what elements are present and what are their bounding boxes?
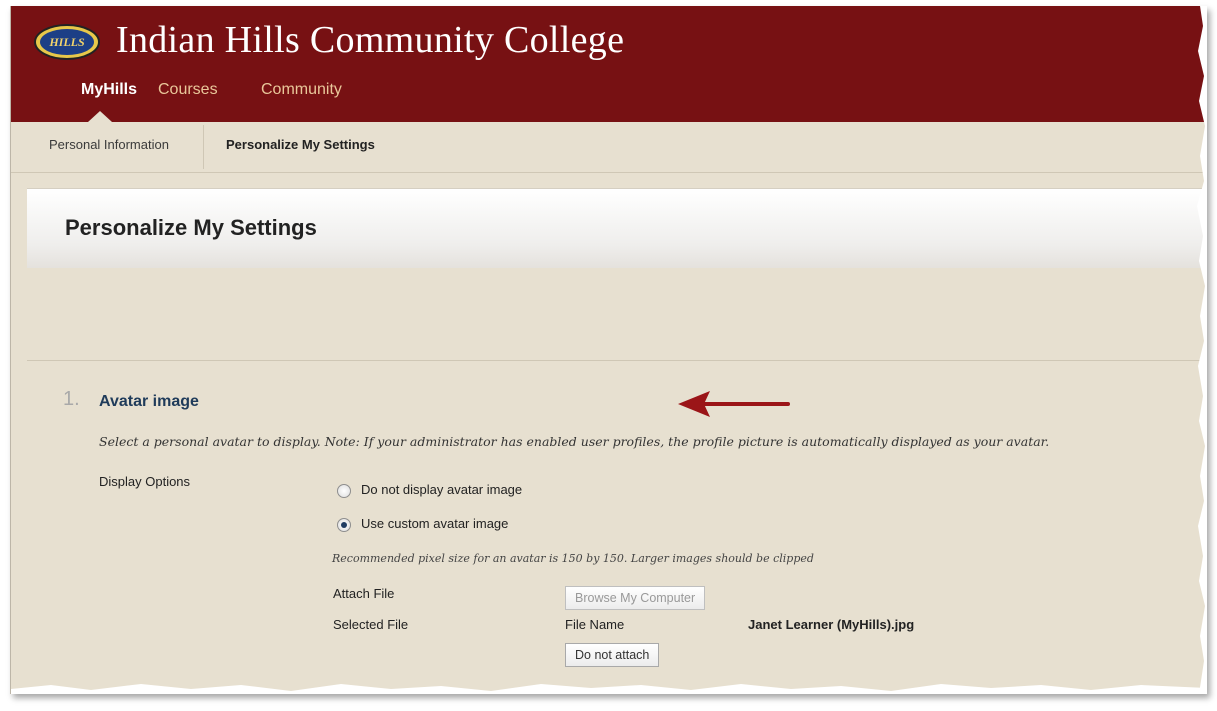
active-tab-indicator	[88, 111, 112, 122]
step-number: 1.	[63, 388, 80, 410]
subnav-divider	[203, 125, 204, 169]
attach-file-label: Attach File	[333, 586, 395, 601]
do-not-attach-button[interactable]: Do not attach	[565, 643, 660, 667]
logo-text: HILLS	[48, 35, 85, 49]
tab-community[interactable]: Community	[261, 81, 342, 99]
radio-icon[interactable]	[337, 518, 351, 532]
file-name-label: File Name	[565, 617, 625, 632]
tab-courses[interactable]: Courses	[158, 81, 218, 99]
avatar-size-hint: Recommended pixel size for an avatar is …	[332, 552, 814, 565]
section-title: Avatar image	[99, 393, 199, 410]
hills-logo-icon[interactable]: HILLS	[33, 23, 101, 61]
site-header: HILLS Indian Hills Community College MyH…	[11, 6, 1207, 122]
selected-file-label: Selected File	[333, 617, 409, 632]
college-name: Indian Hills Community College	[116, 19, 625, 61]
subnav-personalize-my-settings[interactable]: Personalize My Settings	[226, 122, 375, 172]
browser-frame: HILLS Indian Hills Community College MyH…	[10, 6, 1207, 694]
tab-myhills[interactable]: MyHills	[81, 81, 137, 99]
page-title: Personalize My Settings	[65, 215, 317, 240]
torn-edge-bottom	[11, 684, 1207, 694]
page-title-bar: Personalize My Settings	[27, 188, 1207, 269]
option-custom-avatar-label[interactable]: Use custom avatar image	[361, 516, 508, 531]
subnav-personal-information[interactable]: Personal Information	[49, 122, 169, 172]
annotation-arrow-icon	[678, 391, 790, 417]
top-nav: MyHills Courses Community	[11, 81, 1207, 122]
section-instructions: Select a personal avatar to display. Not…	[99, 434, 1050, 449]
option-no-avatar-label[interactable]: Do not display avatar image	[361, 482, 522, 497]
sub-nav: Personal Information Personalize My Sett…	[11, 122, 1207, 173]
settings-content: 1. Avatar image Select a personal avatar…	[27, 268, 1207, 694]
display-options-label: Display Options	[99, 474, 191, 489]
selected-file-name: Janet Learner (MyHills).jpg	[748, 617, 915, 632]
section-divider	[27, 360, 1207, 361]
browse-my-computer-button[interactable]: Browse My Computer	[565, 586, 706, 610]
radio-icon[interactable]	[337, 484, 351, 498]
torn-edge-right	[1197, 6, 1207, 694]
